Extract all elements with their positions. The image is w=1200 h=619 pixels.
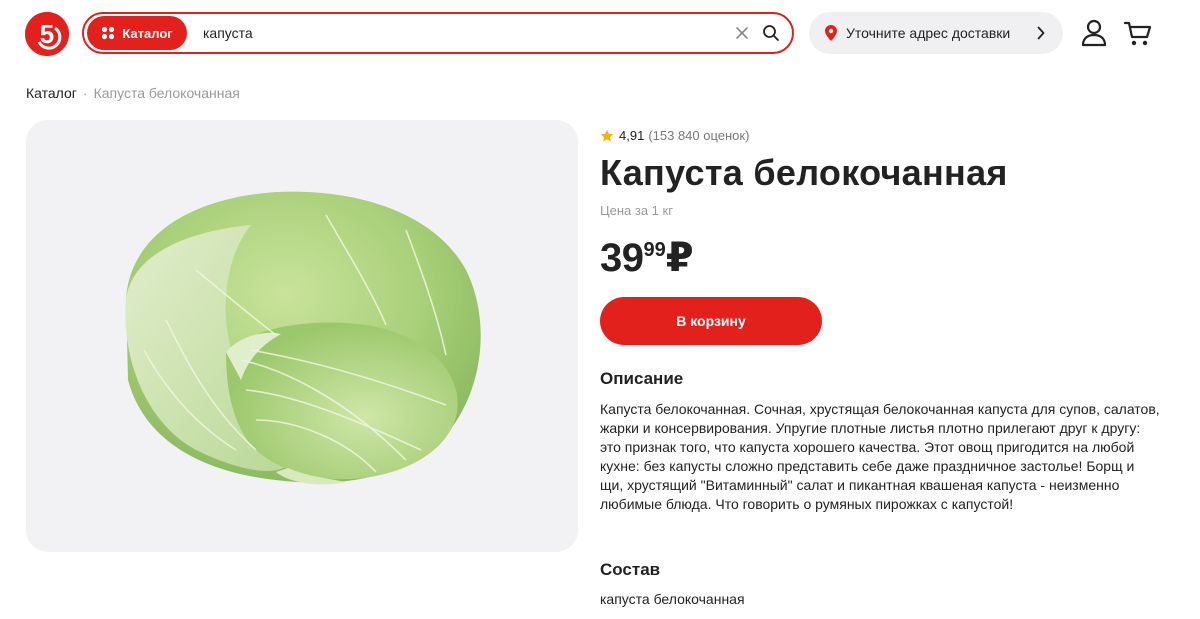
product-title: Капуста белокочанная xyxy=(600,152,1008,193)
rating-value: 4,91 xyxy=(619,128,645,143)
breadcrumb-separator: · xyxy=(82,85,88,101)
description-text: Капуста белокочанная. Сочная, хрустящая … xyxy=(600,401,1160,512)
close-icon[interactable] xyxy=(734,25,750,41)
star-icon xyxy=(600,129,614,142)
composition-text: капуста белокочанная xyxy=(600,591,745,607)
svg-text:5: 5 xyxy=(40,19,54,49)
product-price: 39 99 ₽ xyxy=(600,236,694,280)
composition-heading: Состав xyxy=(600,560,661,579)
search-bar: Каталог xyxy=(82,12,794,54)
search-icon[interactable] xyxy=(762,24,780,42)
cabbage-image xyxy=(125,191,481,485)
user-icon[interactable] xyxy=(1081,19,1107,47)
breadcrumb-catalog-link[interactable]: Каталог xyxy=(26,85,77,101)
add-to-cart-button[interactable]: В корзину xyxy=(600,297,822,345)
grid-dots-icon xyxy=(102,26,115,40)
cart-icon[interactable] xyxy=(1124,21,1152,47)
search-input[interactable] xyxy=(203,18,713,48)
price-unit: Цена за 1 кг xyxy=(600,203,673,218)
price-rubles: 39 xyxy=(600,236,644,280)
price-currency: ₽ xyxy=(665,236,694,280)
delivery-address-label: Уточните адрес доставки xyxy=(846,25,1011,41)
location-pin-icon xyxy=(825,25,837,41)
delivery-address-button[interactable]: Уточните адрес доставки xyxy=(809,12,1063,54)
logo-icon: 5 xyxy=(25,12,69,56)
product-rating[interactable]: 4,91 (153 840 оценок) xyxy=(600,128,749,143)
logo[interactable]: 5 xyxy=(25,12,69,56)
breadcrumb-current: Капуста белокочанная xyxy=(93,85,240,101)
description-heading: Описание xyxy=(600,369,684,388)
breadcrumb: Каталог · Капуста белокочанная xyxy=(26,85,240,101)
chevron-right-icon xyxy=(1037,26,1045,40)
catalog-button-label: Каталог xyxy=(122,25,173,41)
product-image xyxy=(26,120,578,552)
rating-count: (153 840 оценок) xyxy=(648,128,750,143)
catalog-button[interactable]: Каталог xyxy=(87,16,187,50)
price-kopecks: 99 xyxy=(643,239,666,261)
